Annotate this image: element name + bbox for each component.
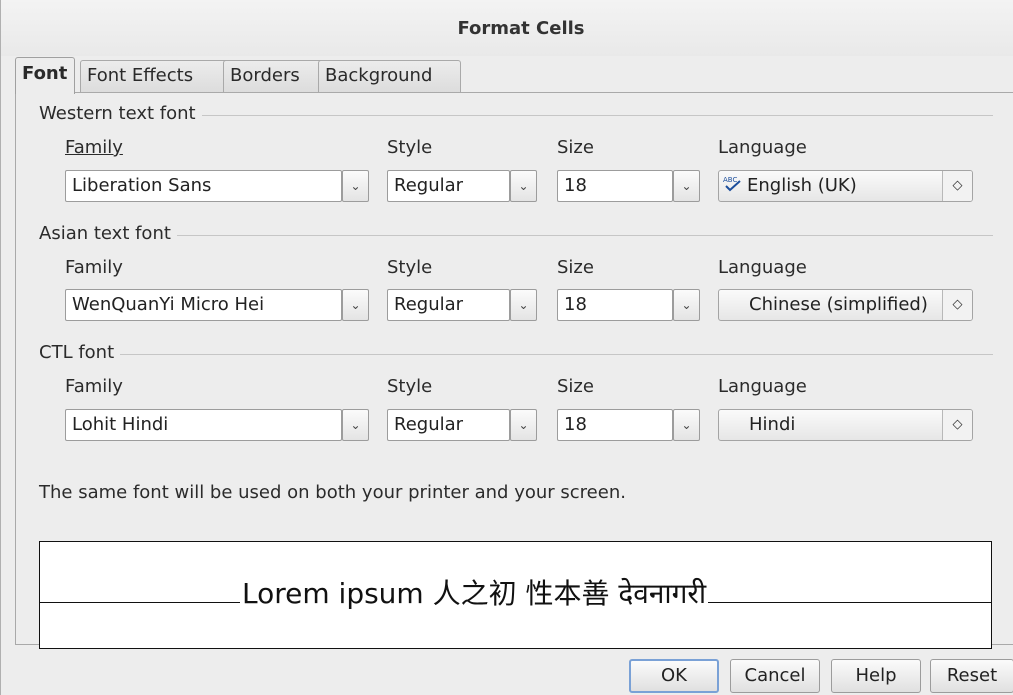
asian-size-value: 18 (564, 294, 587, 315)
chevron-down-icon[interactable]: ⌄ (510, 289, 537, 321)
asian-language-value: Chinese (simplified) (749, 294, 928, 315)
font-preview: Lorem ipsum 人之初 性本善 देवनागरी (39, 541, 992, 649)
printer-screen-note: The same font will be used on both your … (39, 482, 626, 503)
asian-family-combo[interactable]: WenQuanYi Micro Hei (65, 289, 342, 321)
title-bar[interactable]: Format Cells (1, 0, 1013, 56)
western-size-value: 18 (564, 175, 587, 196)
ctl-style-value: Regular (394, 414, 464, 435)
tab-borders[interactable]: Borders (223, 60, 327, 93)
spellcheck-icon: ABC (723, 176, 741, 192)
asian-group-title: Asian text font (39, 223, 177, 244)
ctl-family-combo[interactable]: Lohit Hindi (65, 409, 342, 441)
western-size-combo[interactable]: 18 (557, 170, 673, 202)
ctl-size-label: Size (557, 376, 594, 397)
asian-family-label: Family (65, 257, 123, 278)
western-style-label: Style (387, 137, 433, 158)
spin-updown-icon[interactable]: ◇ (942, 171, 972, 201)
asian-family-value: WenQuanYi Micro Hei (72, 294, 265, 315)
chevron-down-icon[interactable]: ⌄ (510, 409, 537, 441)
asian-size-combo[interactable]: 18 (557, 289, 673, 321)
svg-text:ABC: ABC (723, 176, 737, 184)
asian-divider (41, 235, 993, 236)
ctl-language-label: Language (718, 376, 807, 397)
spin-updown-icon[interactable]: ◇ (942, 410, 972, 440)
ctl-family-value: Lohit Hindi (72, 414, 169, 435)
tab-background[interactable]: Background (318, 60, 461, 93)
western-family-value: Liberation Sans (72, 175, 212, 196)
chevron-down-icon[interactable]: ⌄ (510, 170, 537, 202)
dialog-title: Format Cells (457, 18, 585, 39)
western-language-label: Language (718, 137, 807, 158)
tab-font[interactable]: Font (15, 57, 75, 94)
asian-language-label: Language (718, 257, 807, 278)
western-style-combo[interactable]: Regular (387, 170, 510, 202)
chevron-down-icon[interactable]: ⌄ (342, 170, 369, 202)
ctl-language-select[interactable]: Hindi ◇ (718, 409, 973, 441)
western-family-combo[interactable]: Liberation Sans (65, 170, 342, 202)
chevron-down-icon[interactable]: ⌄ (673, 170, 700, 202)
asian-size-label: Size (557, 257, 594, 278)
chevron-down-icon[interactable]: ⌄ (342, 289, 369, 321)
ctl-style-label: Style (387, 376, 433, 397)
ctl-size-combo[interactable]: 18 (557, 409, 673, 441)
asian-style-value: Regular (394, 294, 464, 315)
western-language-value: English (UK) (747, 175, 857, 196)
asian-style-label: Style (387, 257, 433, 278)
chevron-down-icon[interactable]: ⌄ (673, 289, 700, 321)
asian-language-select[interactable]: Chinese (simplified) ◇ (718, 289, 973, 321)
reset-button[interactable]: Reset (930, 659, 1013, 693)
ctl-language-value: Hindi (749, 414, 796, 435)
help-button[interactable]: Help (831, 659, 921, 693)
ctl-family-label: Family (65, 376, 123, 397)
western-style-value: Regular (394, 175, 464, 196)
ctl-group-title: CTL font (39, 342, 121, 363)
ctl-style-combo[interactable]: Regular (387, 409, 510, 441)
western-group-title: Western text font (39, 103, 202, 124)
tab-font-effects[interactable]: Font Effects (80, 60, 230, 93)
ok-button[interactable]: OK (629, 659, 719, 693)
cancel-button[interactable]: Cancel (730, 659, 820, 693)
chevron-down-icon[interactable]: ⌄ (342, 409, 369, 441)
preview-text: Lorem ipsum 人之初 性本善 देवनागरी (240, 577, 709, 611)
ctl-divider (41, 354, 993, 355)
chevron-down-icon[interactable]: ⌄ (673, 409, 700, 441)
western-language-select[interactable]: ABC English (UK) ◇ (718, 170, 973, 202)
western-family-label: Family (65, 137, 123, 158)
asian-style-combo[interactable]: Regular (387, 289, 510, 321)
western-size-label: Size (557, 137, 594, 158)
spin-updown-icon[interactable]: ◇ (942, 290, 972, 320)
ctl-size-value: 18 (564, 414, 587, 435)
format-cells-dialog: Format Cells Font Font Effects Borders B… (0, 0, 1013, 695)
